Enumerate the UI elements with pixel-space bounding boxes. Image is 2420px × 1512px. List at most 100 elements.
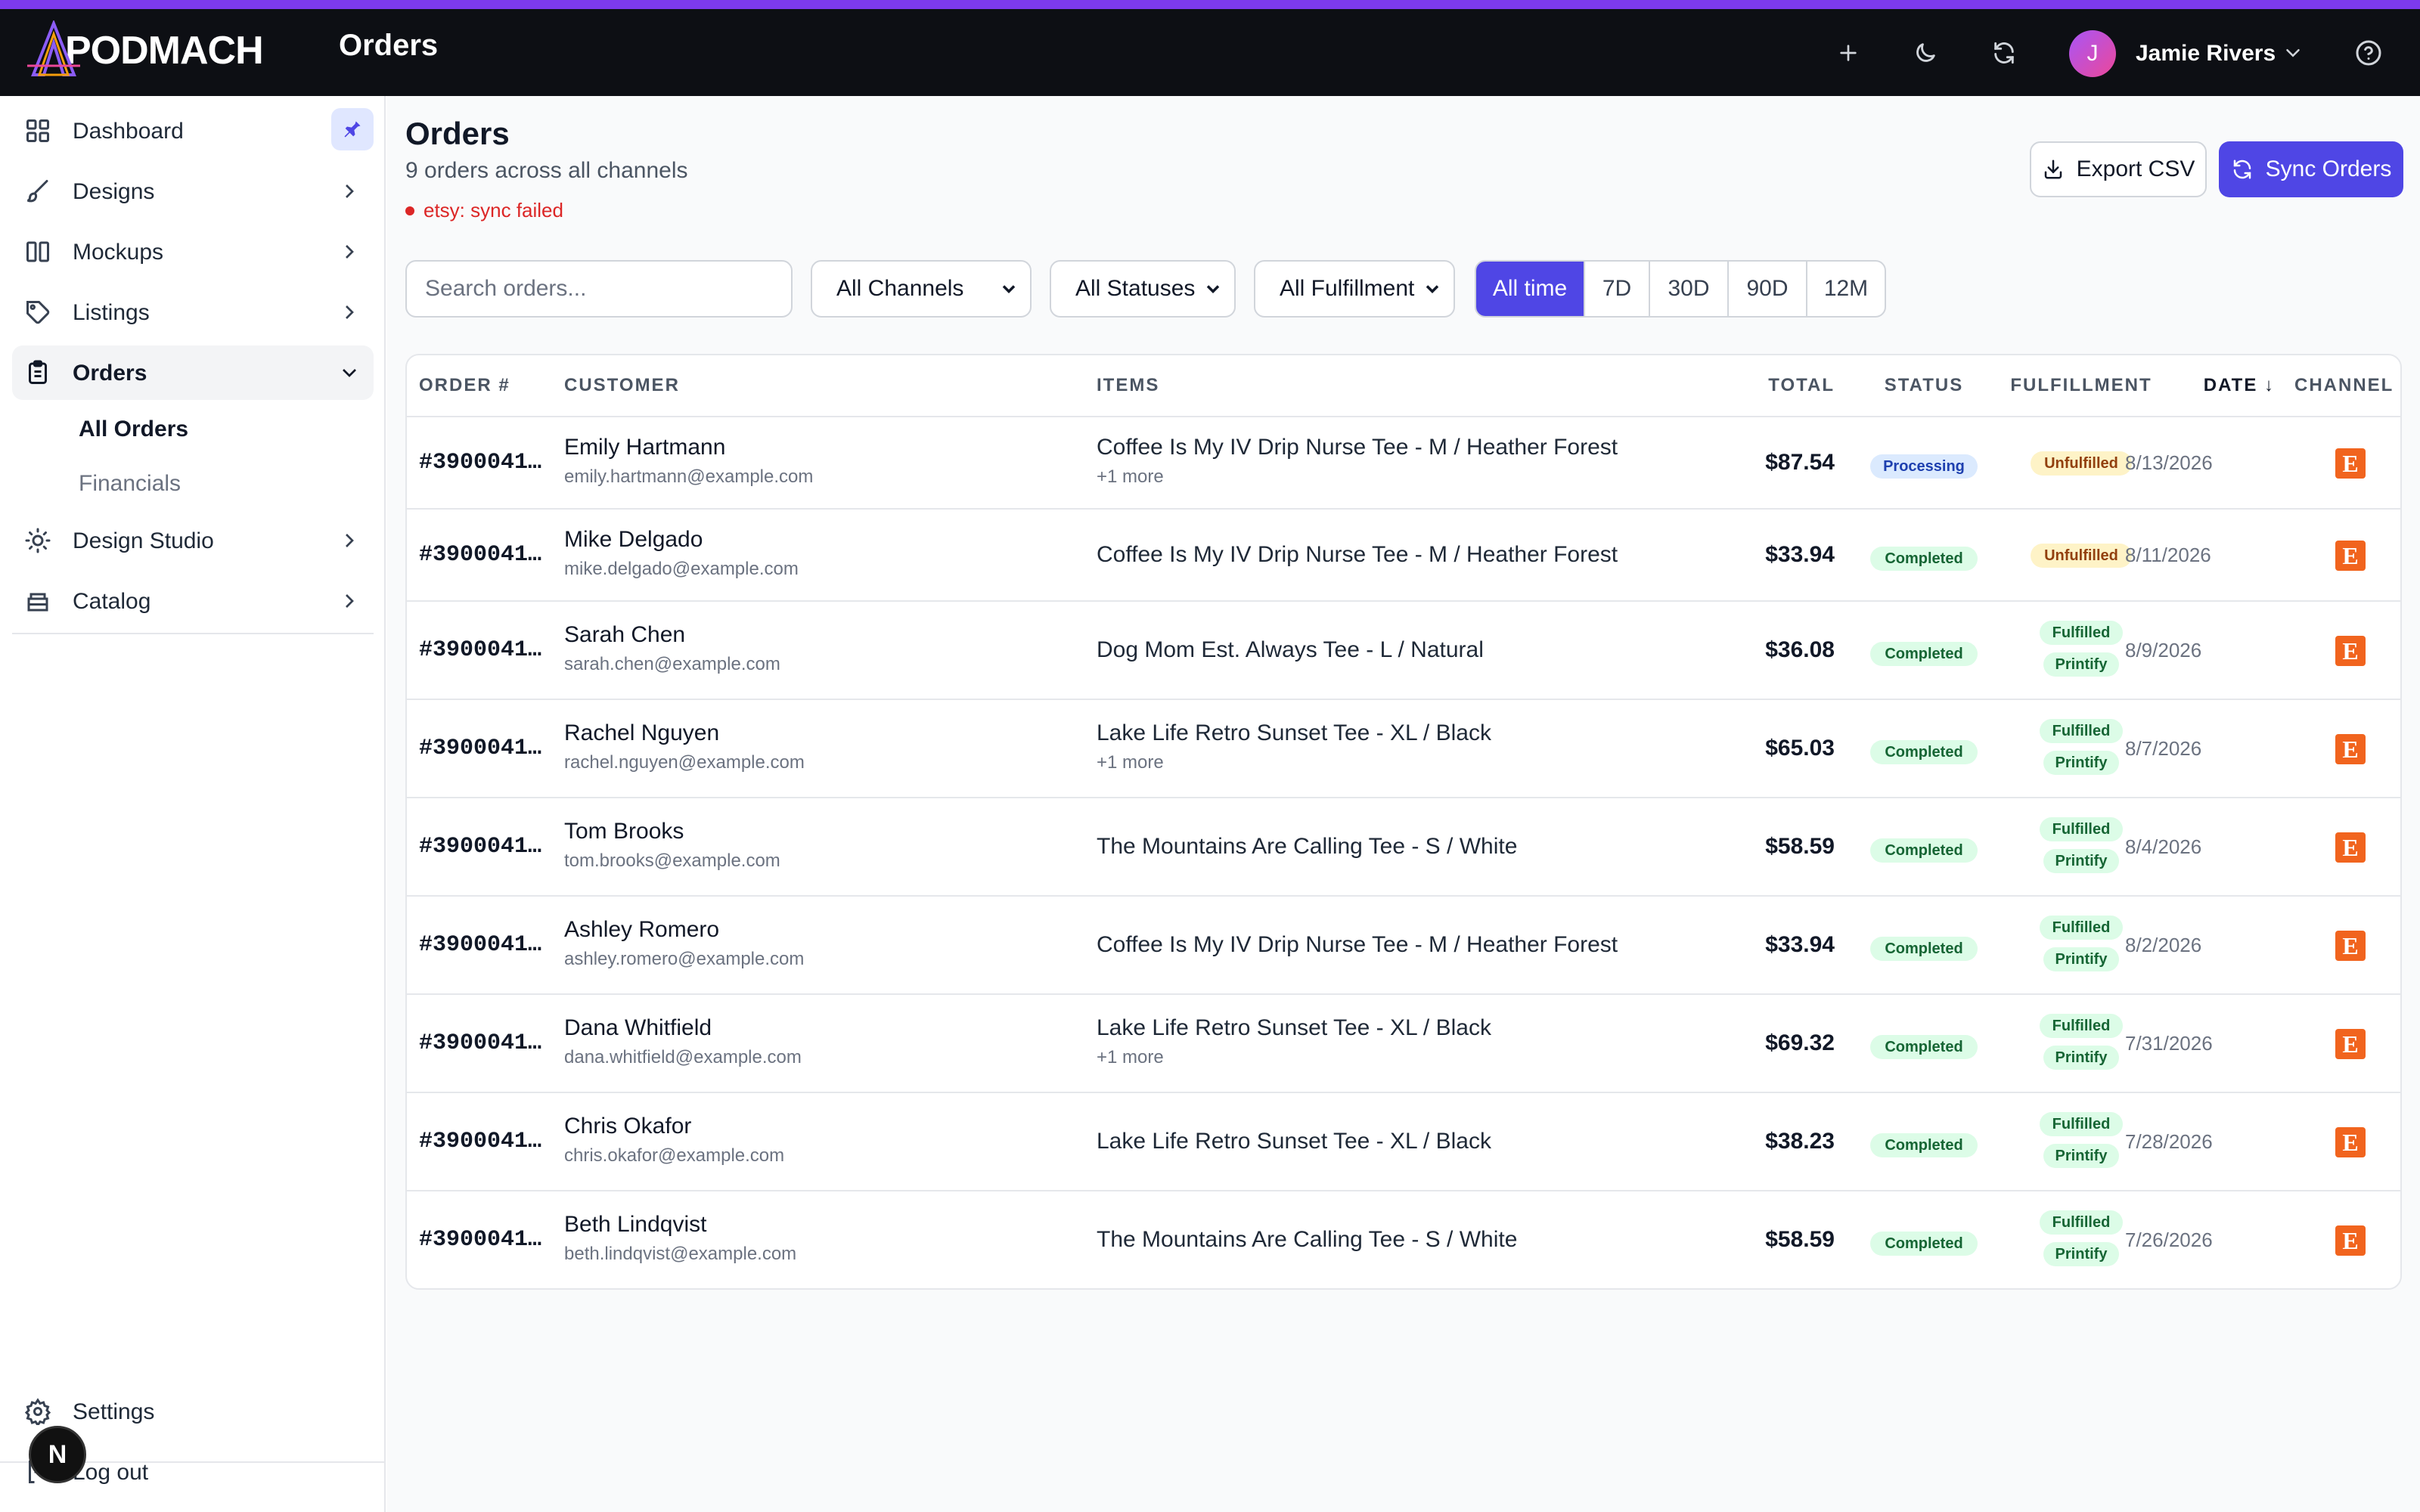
table-row[interactable]: #3900041… Sarah Chen sarah.chen@example.co… <box>407 600 2400 699</box>
col-total[interactable]: TOTAL <box>1683 375 1835 396</box>
sidebar-item-dashboard[interactable]: Dashboard <box>12 104 374 158</box>
fulfillment-badge: Fulfilled <box>2040 916 2123 940</box>
dev-badge[interactable]: N <box>29 1426 86 1483</box>
provider-badge: Printify <box>2043 1242 2119 1266</box>
item-name: Lake Life Retro Sunset Tee - XL / Black <box>1097 1129 1491 1154</box>
customer-name: Tom Brooks <box>564 819 684 844</box>
sidebar-item-design-studio[interactable]: Design Studio <box>12 513 374 568</box>
sidebar-item-label: Dashboard <box>73 119 184 144</box>
user-name[interactable]: Jamie Rivers <box>2136 41 2276 67</box>
table-row[interactable]: #3900041… Dana Whitfield dana.whitfield@ex… <box>407 993 2400 1092</box>
sidebar-item-label: Catalog <box>73 589 151 614</box>
sidebar-item-orders[interactable]: Orders <box>12 345 374 400</box>
chevron-right-icon <box>346 594 354 608</box>
order-number[interactable]: #3900041… <box>419 637 541 663</box>
col-items[interactable]: ITEMS <box>1097 375 1159 396</box>
sidebar-item-listings[interactable]: Listings <box>12 285 374 339</box>
sidebar-item-catalog[interactable]: Catalog <box>12 574 374 628</box>
sidebar-subitem-all-orders[interactable]: All Orders <box>79 417 188 442</box>
status-badge: Completed <box>1870 937 1978 961</box>
download-icon <box>2044 160 2062 179</box>
order-total: $69.32 <box>1765 1030 1835 1055</box>
pin-icon[interactable] <box>331 108 374 150</box>
item-more: +1 more <box>1097 466 1164 487</box>
help-icon[interactable] <box>2350 35 2387 71</box>
brand-name: PODMACH <box>65 29 264 73</box>
channel-select[interactable]: All Channels <box>811 260 1032 318</box>
order-number[interactable]: #3900041… <box>419 450 541 476</box>
col-order[interactable]: ORDER # <box>419 375 510 396</box>
fulfillment-badge: Fulfilled <box>2040 817 2123 841</box>
export-csv-button[interactable]: Export CSV <box>2030 141 2207 197</box>
sync-orders-button[interactable]: Sync Orders <box>2219 141 2403 197</box>
range-all-time[interactable]: All time <box>1476 262 1585 316</box>
etsy-icon: E <box>2335 931 2366 961</box>
table-row[interactable]: #3900041… Mike Delgado mike.delgado@exampl… <box>407 508 2400 600</box>
col-date[interactable]: DATE ↓ <box>2124 375 2275 396</box>
range-90d[interactable]: 90D <box>1729 262 1807 316</box>
sync-orders-label: Sync Orders <box>2265 156 2392 181</box>
col-channel[interactable]: CHANNEL <box>2294 375 2394 396</box>
fulfillment-badge: Fulfilled <box>2040 621 2123 645</box>
etsy-icon: E <box>2335 636 2366 666</box>
status-badge: Processing <box>1870 454 1978 479</box>
provider-badge: Printify <box>2043 1046 2119 1070</box>
topbar-page-title: Orders <box>339 29 439 62</box>
brush-icon <box>26 180 48 203</box>
col-customer[interactable]: CUSTOMER <box>564 375 680 396</box>
etsy-icon: E <box>2335 832 2366 863</box>
moon-icon[interactable] <box>1907 35 1944 71</box>
fulfillment-badge: Unfulfilled <box>2031 544 2132 568</box>
avatar[interactable]: J <box>2069 30 2116 77</box>
top-accent-stripe <box>0 0 2420 9</box>
order-number[interactable]: #3900041… <box>419 736 541 761</box>
sidebar-item-designs[interactable]: Designs <box>12 164 374 218</box>
customer-email: rachel.nguyen@example.com <box>564 752 805 773</box>
table-row[interactable]: #3900041… Rachel Nguyen rachel.nguyen@exam… <box>407 699 2400 797</box>
customer-name: Sarah Chen <box>564 622 686 647</box>
chevron-down-icon[interactable] <box>2275 35 2311 71</box>
order-number[interactable]: #3900041… <box>419 834 541 860</box>
table-row[interactable]: #3900041… Chris Okafor chris.okafor@exampl… <box>407 1092 2400 1190</box>
status-badge: Completed <box>1870 1232 1978 1256</box>
table-row[interactable]: #3900041… Emily Hartmann emily.hartmann@ex… <box>407 416 2400 508</box>
order-number[interactable]: #3900041… <box>419 542 541 568</box>
order-total: $58.59 <box>1765 1227 1835 1252</box>
etsy-icon: E <box>2335 448 2366 479</box>
order-total: $36.08 <box>1765 637 1835 662</box>
brand-logo[interactable]: PODMACH <box>27 17 269 85</box>
plus-icon[interactable] <box>1830 35 1866 71</box>
order-number[interactable]: #3900041… <box>419 932 541 958</box>
table-row[interactable]: #3900041… Beth Lindqvist beth.lindqvist@ex… <box>407 1190 2400 1288</box>
customer-email: ashley.romero@example.com <box>564 949 805 969</box>
customer-email: chris.okafor@example.com <box>564 1145 785 1166</box>
table-row[interactable]: #3900041… Tom Brooks tom.brooks@example.co… <box>407 797 2400 895</box>
range-12m[interactable]: 12M <box>1807 262 1885 316</box>
range-30d[interactable]: 30D <box>1650 262 1729 316</box>
order-total: $33.94 <box>1765 542 1835 567</box>
order-number[interactable]: #3900041… <box>419 1227 541 1253</box>
customer-name: Rachel Nguyen <box>564 720 720 745</box>
item-name: Coffee Is My IV Drip Nurse Tee - M / Hea… <box>1097 435 1618 460</box>
order-date: 8/9/2026 <box>2125 639 2202 662</box>
sidebar-item-label: Designs <box>73 179 155 204</box>
customer-name: Beth Lindqvist <box>564 1212 707 1237</box>
status-select[interactable]: All Statuses <box>1050 260 1236 318</box>
sidebar-subitem-financials[interactable]: Financials <box>79 471 181 497</box>
order-date: 8/11/2026 <box>2125 544 2211 566</box>
order-number[interactable]: #3900041… <box>419 1129 541 1154</box>
table-row[interactable]: #3900041… Ashley Romero ashley.romero@exam… <box>407 895 2400 993</box>
order-date: 7/28/2026 <box>2125 1130 2213 1153</box>
sidebar-item-label: Settings <box>73 1399 155 1424</box>
order-date: 8/7/2026 <box>2125 737 2202 760</box>
customer-name: Ashley Romero <box>564 917 720 942</box>
search-input[interactable] <box>405 260 793 318</box>
refresh-icon[interactable] <box>1986 35 2022 71</box>
range-7d[interactable]: 7D <box>1585 262 1650 316</box>
chevron-right-icon <box>346 534 354 547</box>
order-number[interactable]: #3900041… <box>419 1030 541 1056</box>
col-status[interactable]: STATUS <box>1863 375 1984 396</box>
fulfillment-select[interactable]: All Fulfillment <box>1254 260 1455 318</box>
chevron-right-icon <box>346 184 354 198</box>
sidebar-item-mockups[interactable]: Mockups <box>12 225 374 279</box>
